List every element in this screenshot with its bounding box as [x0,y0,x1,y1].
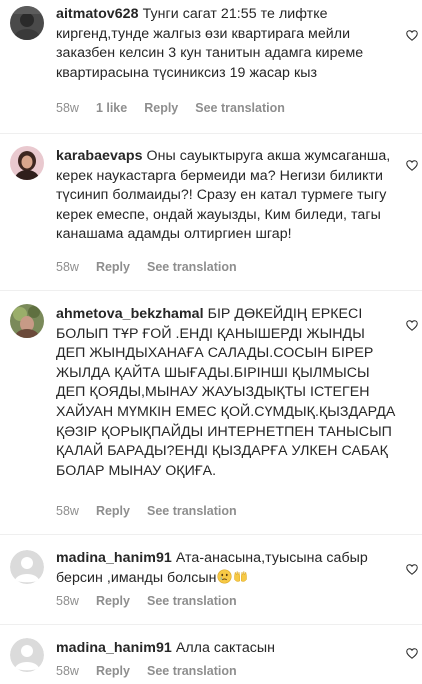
comment-time: 58w [56,594,79,608]
comment-body: madina_hanim91 Алла сактасын [56,639,396,659]
reply-button[interactable]: Reply [96,260,130,274]
comment-body: ahmetova_bekzhamal БІР ДӨКЕЙДІҢ ЕРКЕСІ БО… [56,305,396,481]
see-translation-button[interactable]: See translation [147,664,237,678]
reply-button[interactable]: Reply [144,101,178,115]
see-translation-button[interactable]: See translation [195,101,285,115]
comment-time: 58w [56,504,79,518]
divider [0,133,422,134]
heart-icon[interactable] [406,320,418,331]
comment-meta: 58w Reply See translation [56,260,254,274]
comment-meta: 58w Reply See translation [56,594,254,608]
comment-username[interactable]: ahmetova_bekzhamal [56,306,204,322]
likes-count[interactable]: 1 like [96,101,127,115]
avatar[interactable] [10,304,44,338]
comment-text: БІР ДӨКЕЙДІҢ ЕРКЕСІ БОЛЫП ТҰР ҒОЙ .ЕНДІ … [56,306,396,479]
reply-button[interactable]: Reply [96,504,130,518]
comment-text: Алла сактасын [175,640,276,656]
divider [0,624,422,625]
crying-face-emoji-icon [217,569,233,584]
comment-username[interactable]: aitmatov628 [56,6,139,22]
comment-body: karabaevaps Оны сауыктыруга акша жумсаган… [56,147,396,245]
avatar[interactable] [10,146,44,180]
reply-button[interactable]: Reply [96,594,130,608]
comment-meta: 58w Reply See translation [56,504,254,518]
avatar-placeholder[interactable] [10,638,44,672]
comment-username[interactable]: madina_hanim91 [56,550,172,566]
see-translation-button[interactable]: See translation [147,504,237,518]
comment-meta: 58w 1 like Reply See translation [56,101,302,115]
avatar[interactable] [10,6,44,40]
heart-icon[interactable] [406,30,418,41]
comment-time: 58w [56,101,79,115]
divider [0,290,422,291]
divider [0,534,422,535]
see-translation-button[interactable]: See translation [147,260,237,274]
heart-icon[interactable] [406,160,418,171]
see-translation-button[interactable]: See translation [147,594,237,608]
comment-body: madina_hanim91 Ата-анасына,туысына сабыр … [56,549,396,588]
heart-icon[interactable] [406,648,418,659]
reply-button[interactable]: Reply [96,664,130,678]
comment-time: 58w [56,260,79,274]
avatar-placeholder[interactable] [10,550,44,584]
comment-username[interactable]: karabaevaps [56,148,143,164]
open-hands-emoji-icon [234,570,248,582]
comment-body: aitmatov628 Тунги сагат 21:55 те лифтке к… [56,5,396,83]
comment-time: 58w [56,664,79,678]
comment-meta: 58w Reply See translation [56,664,254,678]
comment-username[interactable]: madina_hanim91 [56,640,172,656]
heart-icon[interactable] [406,564,418,575]
